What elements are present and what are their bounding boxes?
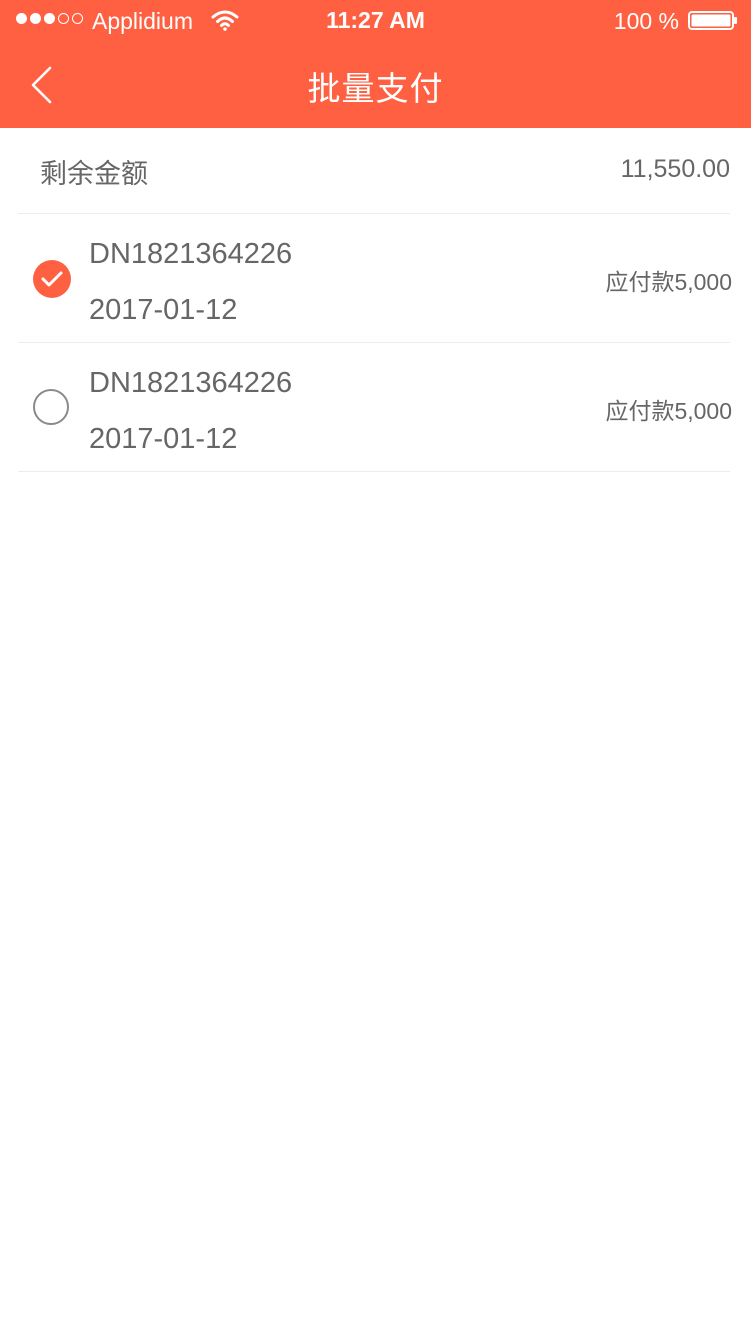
balance-value: 11,550.00 xyxy=(620,155,730,183)
payment-list: DN1821364226 2017-01-12 应付款5,000 DN18213… xyxy=(18,214,732,472)
checkbox-unchecked[interactable] xyxy=(33,389,71,427)
order-date: 2017-01-12 xyxy=(89,294,238,326)
order-number: DN1821364226 xyxy=(89,238,293,270)
status-bar: Applidium 11:27 AM 100 % xyxy=(0,0,751,40)
header: Applidium 11:27 AM 100 % 批量支付 xyxy=(0,0,751,128)
payment-item[interactable]: DN1821364226 2017-01-12 应付款5,000 xyxy=(18,214,732,343)
payment-item[interactable]: DN1821364226 2017-01-12 应付款5,000 xyxy=(18,343,732,472)
checkbox-checked[interactable] xyxy=(33,260,71,298)
page-title: 批量支付 xyxy=(307,70,444,107)
screen: Applidium 11:27 AM 100 % 批量支付 剩余金额 11,55… xyxy=(0,0,751,1336)
amount-due: 应付款5,000 xyxy=(605,269,732,295)
empty-circle-icon xyxy=(33,389,69,425)
balance-row: 剩余金额 11,550.00 xyxy=(18,128,730,214)
check-circle-icon xyxy=(33,260,71,298)
amount-due: 应付款5,000 xyxy=(605,398,732,424)
checkmark-icon xyxy=(41,271,63,287)
navigation-bar: 批量支付 xyxy=(0,40,751,128)
battery-percentage: 100 % xyxy=(613,8,679,34)
order-number: DN1821364226 xyxy=(89,367,293,399)
order-date: 2017-01-12 xyxy=(89,423,238,455)
balance-label: 剩余金额 xyxy=(40,159,148,189)
battery-icon xyxy=(688,11,737,30)
